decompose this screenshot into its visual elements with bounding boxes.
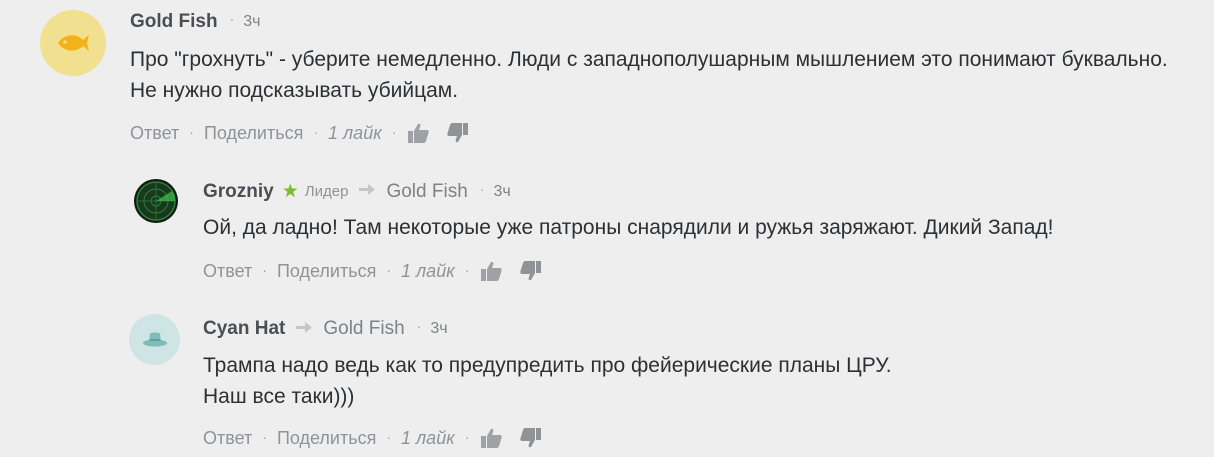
reply-arrow-icon: [358, 182, 376, 201]
reply-button[interactable]: Ответ: [203, 261, 252, 282]
separator: ·: [479, 180, 485, 197]
comment-text: Трампа надо ведь как то предупредить про…: [203, 354, 892, 408]
reply-to-author[interactable]: Gold Fish: [323, 318, 404, 340]
leader-badge: Лидер: [304, 183, 349, 200]
separator: ·: [464, 262, 470, 278]
reply-to-author[interactable]: Gold Fish: [386, 181, 467, 203]
thumbs-up-icon: [408, 123, 430, 143]
timestamp[interactable]: 3ч: [243, 13, 260, 31]
timestamp[interactable]: 3ч: [493, 183, 510, 201]
likes-count[interactable]: 1 лайк: [401, 261, 455, 282]
share-button[interactable]: Поделиться: [277, 261, 376, 282]
reply-arrow-icon: [295, 320, 313, 339]
comment-text: Ой, да ладно! Там некоторые уже патроны …: [203, 216, 1054, 239]
thumbs-up-icon: [481, 428, 503, 448]
separator: ·: [391, 124, 397, 140]
author-name[interactable]: Gold Fish: [130, 11, 218, 33]
share-button[interactable]: Поделиться: [277, 428, 376, 449]
downvote-button[interactable]: [446, 121, 470, 145]
upvote-button[interactable]: [406, 121, 430, 145]
author-name[interactable]: Cyan Hat: [203, 318, 285, 340]
thumbs-up-icon: [481, 261, 503, 281]
reply-button[interactable]: Ответ: [203, 428, 252, 449]
separator: ·: [229, 11, 235, 27]
separator: ·: [313, 124, 319, 140]
thumbs-down-icon: [447, 123, 469, 143]
upvote-button[interactable]: [479, 426, 503, 450]
separator: ·: [262, 429, 267, 445]
separator: ·: [416, 318, 422, 334]
likes-count[interactable]: 1 лайк: [328, 123, 382, 144]
separator: ·: [464, 429, 470, 445]
reply-button[interactable]: Ответ: [130, 123, 179, 144]
thumbs-down-icon: [520, 428, 542, 448]
leader-star-icon: ★: [281, 181, 299, 202]
author-name[interactable]: Grozniy: [203, 181, 274, 203]
separator: ·: [386, 429, 392, 445]
separator: ·: [189, 124, 194, 140]
separator: ·: [386, 262, 392, 278]
timestamp[interactable]: 3ч: [430, 320, 447, 338]
avatar[interactable]: [129, 314, 180, 365]
fish-icon: [58, 35, 89, 51]
thumbs-down-icon: [520, 261, 542, 281]
downvote-button[interactable]: [519, 259, 543, 283]
upvote-button[interactable]: [479, 259, 503, 283]
hat-icon: [142, 332, 167, 346]
downvote-button[interactable]: [519, 426, 543, 450]
separator: ·: [262, 262, 267, 278]
comment-text: Про "грохнуть" - уберите немедленно. Люд…: [130, 48, 1174, 102]
likes-count[interactable]: 1 лайк: [401, 428, 455, 449]
share-button[interactable]: Поделиться: [204, 123, 303, 144]
avatar[interactable]: [40, 10, 106, 76]
avatar[interactable]: [134, 179, 178, 223]
radar-icon: [136, 181, 176, 221]
